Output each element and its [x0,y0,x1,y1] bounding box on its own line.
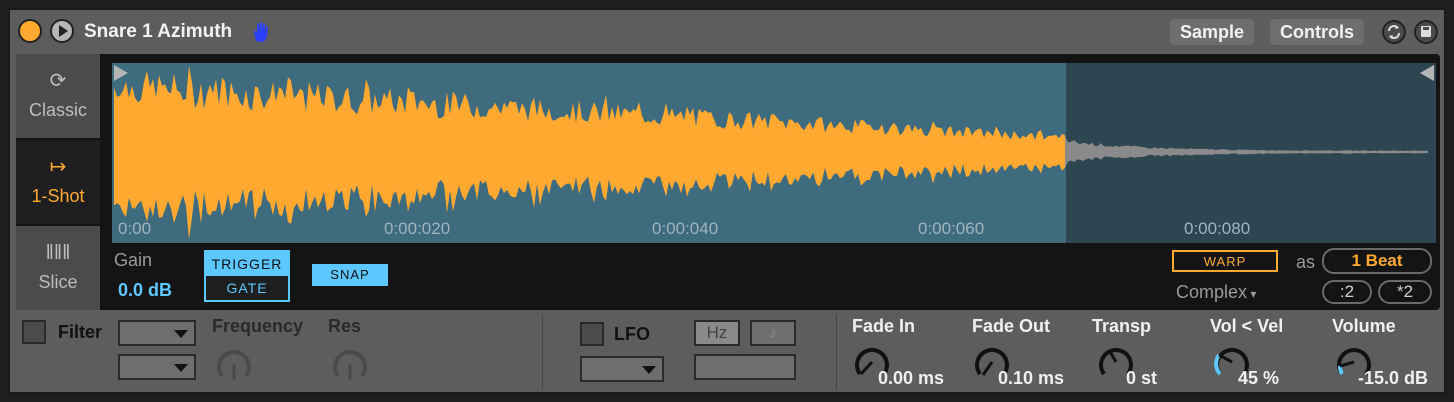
hand-icon [254,22,268,42]
fade-out-label: Fade Out [972,316,1051,336]
trigger-option[interactable]: TRIGGER [206,252,288,276]
warp-mode-dropdown[interactable]: Complex ▾ [1176,282,1256,303]
gain-value[interactable]: 0.0 dB [118,280,172,301]
save-icon [1421,26,1431,37]
transp-label: Transp [1092,316,1152,336]
volume-value: -15.0 dB [1358,368,1429,388]
as-label: as [1296,252,1316,272]
device-name[interactable]: Snare 1 Azimuth [84,21,232,43]
simpler-device: Snare 1 Azimuth Sample Controls ⟳ Classi… [8,8,1446,394]
warp-length-field[interactable]: 1 Beat [1322,248,1432,274]
frequency-label: Frequency [212,316,304,336]
warp-button[interactable]: WARP [1172,250,1278,272]
save-preset-button[interactable] [1414,20,1438,44]
fade-out-value: 0.10 ms [998,368,1065,388]
swap-icon [1388,25,1400,39]
divider [836,314,837,390]
mode-slice[interactable]: ‖‖‖ Slice [16,226,100,310]
lfo-hz-button[interactable]: Hz [694,320,740,346]
time-marker: 0:00:020 [384,219,451,238]
lfo-rate-field[interactable] [694,354,796,380]
time-marker: 0:00:080 [1184,219,1251,238]
filter-toggle[interactable] [22,320,46,344]
time-marker: 0:00:040 [652,219,719,238]
res-label: Res [328,316,362,336]
lfo-toggle[interactable] [580,322,604,346]
mode-classic[interactable]: ⟳ Classic [16,54,100,138]
loop-icon: ⟳ [49,70,67,92]
device-power-button[interactable] [18,19,42,43]
transp-value: 0 st [1126,368,1158,388]
filter-label: Filter [58,322,103,342]
vol-vel-label: Vol < Vel [1210,316,1284,336]
fade-in-label: Fade In [852,316,916,336]
volume-label: Volume [1332,316,1396,336]
vol-vel-value: 45 % [1238,368,1280,388]
hot-swap-button[interactable] [1382,20,1406,44]
knob-icon [333,350,367,380]
waveform[interactable] [112,63,1436,243]
chevron-down-icon: ▾ [1247,287,1257,301]
halve-button[interactable]: :2 [1322,280,1372,304]
knob-icon [217,350,251,380]
one-shot-icon: ↦ [49,156,67,178]
snap-button[interactable]: SNAP [312,264,388,286]
frequency-knob[interactable] [212,342,256,386]
trigger-gate-toggle[interactable]: TRIGGER GATE [204,250,290,302]
mode-one-shot[interactable]: ↦ 1-Shot [16,140,100,224]
tab-controls[interactable]: Controls [1270,19,1364,45]
lfo-waveform-dropdown[interactable] [580,356,664,382]
bottom-controls: Filter Frequency Res LFO Hz ♪ Fade In 0.… [10,310,1444,392]
slice-icon: ‖‖‖ [45,242,71,264]
time-marker: 0:00 [118,219,152,238]
lfo-sync-button[interactable]: ♪ [750,320,796,346]
filter-slope-dropdown[interactable] [118,354,196,380]
time-marker: 0:00:060 [918,219,985,238]
sample-panel: ⟳ Classic ↦ 1-Shot ‖‖‖ Slice 0:00 0:00:0… [16,54,1440,310]
lfo-label: LFO [614,324,650,344]
divider [542,314,543,390]
playback-mode-selector: ⟳ Classic ↦ 1-Shot ‖‖‖ Slice [16,54,100,310]
waveform-display[interactable]: 0:00 0:00:020 0:00:040 0:00:060 0:00:080 [112,63,1436,243]
device-title-bar: Snare 1 Azimuth Sample Controls [10,10,1444,54]
double-button[interactable]: *2 [1378,280,1432,304]
preview-play-button[interactable] [50,19,74,43]
fade-in-value: 0.00 ms [878,368,945,388]
res-knob[interactable] [328,342,372,386]
gain-label: Gain [114,250,153,270]
filter-type-dropdown[interactable] [118,320,196,346]
tab-sample[interactable]: Sample [1170,19,1255,45]
gate-option[interactable]: GATE [206,276,288,300]
